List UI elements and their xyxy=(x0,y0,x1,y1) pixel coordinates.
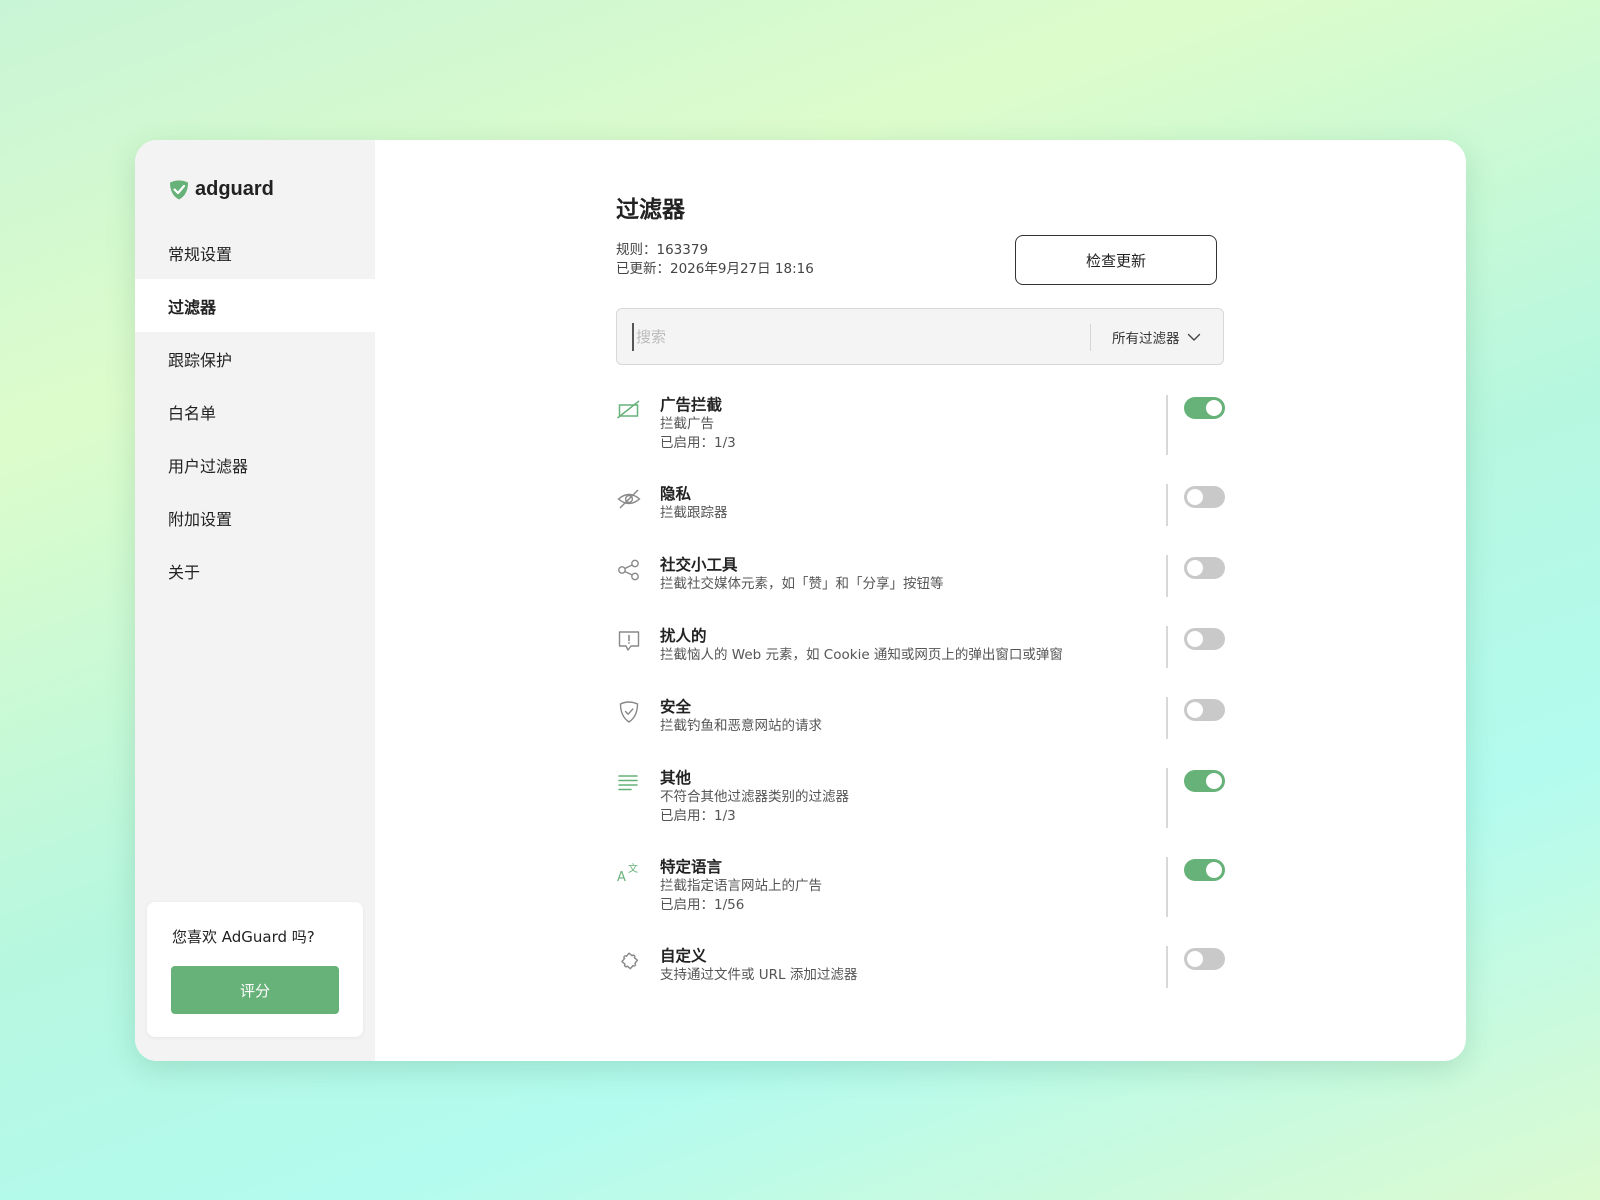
sidebar-item-tracking-protection[interactable]: 跟踪保护 xyxy=(135,332,375,385)
filter-toggle-ad-blocking[interactable] xyxy=(1184,397,1225,419)
rules-count: 规则：163379 xyxy=(616,242,709,258)
filter-description: 不符合其他过滤器类别的过滤器 xyxy=(660,789,849,805)
filter-description: 拦截恼人的 Web 元素，如 Cookie 通知或网页上的弹出窗口或弹窗 xyxy=(660,647,1063,663)
filter-toggle-annoyances[interactable] xyxy=(1184,628,1225,650)
sidebar-item-advanced[interactable]: 附加设置 xyxy=(135,491,375,544)
logo: adguard xyxy=(168,178,274,201)
filter-description: 拦截跟踪器 xyxy=(660,505,728,521)
toggle-knob xyxy=(1187,631,1203,647)
rate-question: 您喜欢 AdGuard 吗? xyxy=(172,928,315,946)
filter-row-security[interactable]: 安全 拦截钓鱼和恶意网站的请求 xyxy=(616,697,1225,741)
sidebar-item-general[interactable]: 常规设置 xyxy=(135,226,375,279)
sidebar-item-user-filter[interactable]: 用户过滤器 xyxy=(135,438,375,491)
filter-row-custom[interactable]: 自定义 支持通过文件或 URL 添加过滤器 xyxy=(616,946,1225,990)
filter-text: 社交小工具 拦截社交媒体元素，如「赞」和「分享」按钮等 xyxy=(660,555,944,594)
main-content: 过滤器 规则：163379 已更新：2026年9月27日 18:16 检查更新 … xyxy=(375,140,1466,1061)
puzzle-icon xyxy=(621,952,639,970)
app-window: adguard 常规设置 过滤器 跟踪保护 白名单 用户过滤器 附加设置 关于 … xyxy=(135,140,1466,1061)
filter-description: 拦截指定语言网站上的广告 xyxy=(660,878,822,894)
filter-row-ad-blocking[interactable]: 广告拦截 拦截广告 已启用：1/3 xyxy=(616,395,1225,459)
search-input[interactable] xyxy=(632,323,1072,351)
filter-text: 自定义 支持通过文件或 URL 添加过滤器 xyxy=(660,946,857,985)
toggle-knob xyxy=(1187,702,1203,718)
toggle-knob xyxy=(1206,862,1222,878)
privacy-eye-icon xyxy=(617,489,641,509)
search-divider xyxy=(1090,324,1091,351)
filter-text: 扰人的 拦截恼人的 Web 元素，如 Cookie 通知或网页上的弹出窗口或弹窗 xyxy=(660,626,1063,665)
filter-text: 隐私 拦截跟踪器 xyxy=(660,484,728,523)
filter-meta: 规则：163379 已更新：2026年9月27日 18:16 xyxy=(616,241,814,279)
filter-text: 特定语言 拦截指定语言网站上的广告 已启用：1/56 xyxy=(660,857,822,915)
row-divider xyxy=(1166,946,1168,988)
filter-name: 广告拦截 xyxy=(660,396,723,414)
row-divider xyxy=(1166,484,1168,526)
filter-row-social-widgets[interactable]: 社交小工具 拦截社交媒体元素，如「赞」和「分享」按钮等 xyxy=(616,555,1225,599)
filter-row-language-specific[interactable]: A 文 特定语言 拦截指定语言网站上的广告 已启用：1/56 xyxy=(616,857,1225,921)
row-divider xyxy=(1166,395,1168,455)
shield-check-icon xyxy=(619,701,639,723)
last-updated: 已更新：2026年9月27日 18:16 xyxy=(616,261,814,277)
search-bar: 所有过滤器 xyxy=(616,308,1224,365)
filter-name: 扰人的 xyxy=(660,627,707,645)
rate-button[interactable]: 评分 xyxy=(171,966,339,1014)
filter-description: 拦截社交媒体元素，如「赞」和「分享」按钮等 xyxy=(660,576,944,592)
page-title: 过滤器 xyxy=(616,197,685,223)
row-divider xyxy=(1166,697,1168,739)
translate-icon: A 文 xyxy=(617,862,638,885)
logo-text: adguard xyxy=(195,178,274,200)
toggle-knob xyxy=(1206,400,1222,416)
check-updates-button[interactable]: 检查更新 xyxy=(1015,235,1217,285)
row-divider xyxy=(1166,626,1168,668)
filter-toggle-other[interactable] xyxy=(1184,770,1225,792)
filter-description: 拦截钓鱼和恶意网站的请求 xyxy=(660,718,822,734)
filter-name: 其他 xyxy=(660,769,692,787)
filter-enabled-count: 已启用：1/3 xyxy=(660,435,736,451)
filter-enabled-count: 已启用：1/3 xyxy=(660,808,736,824)
filter-toggle-custom[interactable] xyxy=(1184,948,1225,970)
filter-text: 其他 不符合其他过滤器类别的过滤器 已启用：1/3 xyxy=(660,768,849,826)
sidebar-item-about[interactable]: 关于 xyxy=(135,544,375,597)
filter-row-annoyances[interactable]: 扰人的 拦截恼人的 Web 元素，如 Cookie 通知或网页上的弹出窗口或弹窗 xyxy=(616,626,1225,670)
filter-row-other[interactable]: 其他 不符合其他过滤器类别的过滤器 已启用：1/3 xyxy=(616,768,1225,832)
toggle-knob xyxy=(1187,560,1203,576)
filter-text: 广告拦截 拦截广告 已启用：1/3 xyxy=(660,395,736,453)
sidebar-nav: 常规设置 过滤器 跟踪保护 白名单 用户过滤器 附加设置 关于 xyxy=(135,226,375,597)
filter-name: 自定义 xyxy=(660,947,707,965)
chevron-down-icon xyxy=(1187,333,1200,341)
rate-card: 您喜欢 AdGuard 吗? 评分 xyxy=(147,902,363,1037)
filter-toggle-social-widgets[interactable] xyxy=(1184,557,1225,579)
alert-message-icon xyxy=(618,631,640,651)
sidebar-item-filters[interactable]: 过滤器 xyxy=(135,279,375,332)
filter-name: 社交小工具 xyxy=(660,556,738,574)
ad-block-icon xyxy=(617,400,640,419)
toggle-knob xyxy=(1187,489,1203,505)
filter-toggle-security[interactable] xyxy=(1184,699,1225,721)
filter-name: 安全 xyxy=(660,698,692,716)
filter-description: 支持通过文件或 URL 添加过滤器 xyxy=(660,967,858,983)
filter-toggle-language-specific[interactable] xyxy=(1184,859,1225,881)
sidebar-item-allowlist[interactable]: 白名单 xyxy=(135,385,375,438)
lines-icon xyxy=(618,775,638,791)
filter-select-value: 所有过滤器 xyxy=(1112,331,1180,347)
sidebar: adguard 常规设置 过滤器 跟踪保护 白名单 用户过滤器 附加设置 关于 … xyxy=(135,140,375,1061)
filter-name: 隐私 xyxy=(660,485,692,503)
filter-enabled-count: 已启用：1/56 xyxy=(660,897,745,913)
toggle-knob xyxy=(1206,773,1222,789)
row-divider xyxy=(1166,555,1168,597)
row-divider xyxy=(1166,768,1168,828)
filter-text: 安全 拦截钓鱼和恶意网站的请求 xyxy=(660,697,822,736)
svg-text:文: 文 xyxy=(628,862,638,875)
filter-name: 特定语言 xyxy=(660,858,723,876)
filter-toggle-privacy[interactable] xyxy=(1184,486,1225,508)
filter-description: 拦截广告 xyxy=(660,416,714,432)
row-divider xyxy=(1166,857,1168,917)
filter-row-privacy[interactable]: 隐私 拦截跟踪器 xyxy=(616,484,1225,528)
filter-category-select[interactable]: 所有过滤器 xyxy=(1112,327,1201,347)
share-icon xyxy=(618,559,639,581)
adguard-shield-icon xyxy=(170,180,188,199)
svg-text:A: A xyxy=(617,870,626,885)
toggle-knob xyxy=(1187,951,1203,967)
